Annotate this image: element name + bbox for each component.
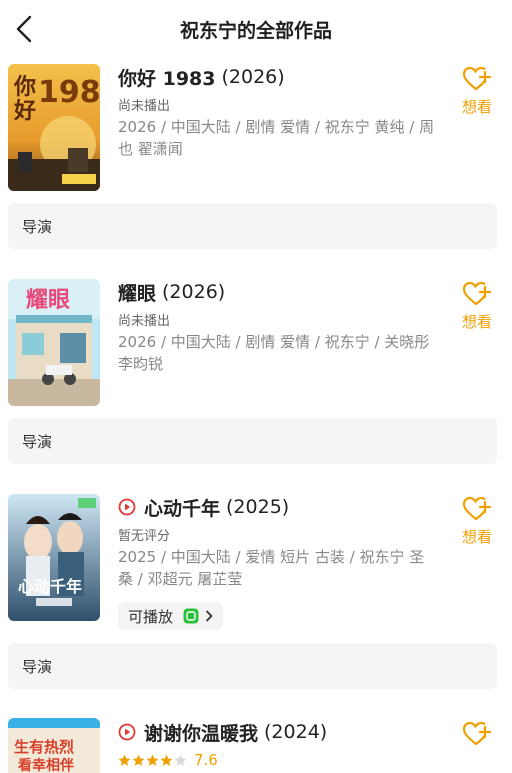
star-filled-icon [146,754,159,766]
status-text: 尚未播出 [118,99,171,114]
rating-value: 7.6 [194,751,218,769]
heart-plus-icon [462,721,492,746]
iqiyi-logo-icon [183,608,199,624]
poster-image[interactable]: 耀眼 [8,279,100,406]
want-to-watch-button[interactable]: 想看 [455,281,499,337]
heart-plus-icon [462,281,492,306]
page-title: 祝东宁的全部作品 [179,20,332,42]
poster-image[interactable]: 你 好 1983 [8,64,100,191]
star-filled-icon [132,754,145,766]
poster-image[interactable]: 生有热烈 看幸相伴 [8,718,100,773]
svg-text:你: 你 [13,75,36,100]
work-title[interactable]: 心动千年 [144,494,220,521]
play-circle-icon [118,723,136,741]
want-to-watch-button[interactable]: 想看 [455,66,499,122]
title-row: 心动千年 (2025) [118,494,289,520]
svg-text:1983: 1983 [38,75,100,110]
playable-label: 可播放 [128,607,174,626]
work-year: (2026) [221,66,285,88]
title-row: 谢谢你温暖我 (2024) [118,719,327,745]
work-title[interactable]: 你好 1983 [118,64,216,91]
poster-image[interactable]: 心动千年 [8,494,100,621]
star-empty-icon [174,754,187,766]
svg-text:好: 好 [13,98,36,124]
chevron-right-icon [206,610,213,622]
heart-plus-icon [462,66,492,91]
director-label: 导演 [22,218,53,236]
work-title[interactable]: 耀眼 [118,279,156,306]
playable-button[interactable]: 可播放 [118,602,224,630]
play-circle-icon [118,498,136,516]
top-bar: 祝东宁的全部作品 [0,0,512,56]
svg-text:看幸相伴: 看幸相伴 [17,757,74,773]
status-text: 尚未播出 [118,314,171,329]
work-year: (2024) [264,721,328,743]
director-bar[interactable]: 导演 [8,418,497,464]
director-bar[interactable]: 导演 [8,643,497,689]
star-filled-icon [160,754,173,766]
work-title[interactable]: 谢谢你温暖我 [144,719,258,746]
work-meta: 2026 / 中国大陆 / 剧情 爱情 / 祝东宁 / 关晓彤 李昀锐 [118,333,430,373]
svg-text:心动千年: 心动千年 [18,577,82,596]
want-to-watch-label: 想看 [461,528,492,546]
rating-row: 7.6 [118,751,218,769]
work-year: (2025) [226,496,290,518]
work-meta: 2026 / 中国大陆 / 剧情 爱情 / 祝东宁 黄纯 / 周也 翟潇闻 [118,118,435,158]
svg-text:生有热烈: 生有热烈 [14,738,74,756]
title-row: 耀眼 (2026) [118,279,225,305]
star-filled-icon [118,754,131,766]
work-year: (2026) [162,281,226,303]
status-text: 暂无评分 [118,529,171,544]
director-bar[interactable]: 导演 [8,203,497,249]
work-meta: 2025 / 中国大陆 / 爱情 短片 古装 / 祝东宁 圣桑 / 邓超元 屠芷… [118,548,425,588]
director-label: 导演 [22,658,53,676]
title-row: 你好 1983 (2026) [118,64,285,90]
want-to-watch-label: 想看 [461,98,492,116]
director-label: 导演 [22,433,53,451]
want-to-watch-button[interactable] [455,721,499,773]
rating-stars [118,754,188,767]
want-to-watch-label: 想看 [461,313,492,331]
svg-text:耀眼: 耀眼 [26,288,70,313]
want-to-watch-button[interactable]: 想看 [455,496,499,552]
heart-plus-icon [462,496,492,521]
